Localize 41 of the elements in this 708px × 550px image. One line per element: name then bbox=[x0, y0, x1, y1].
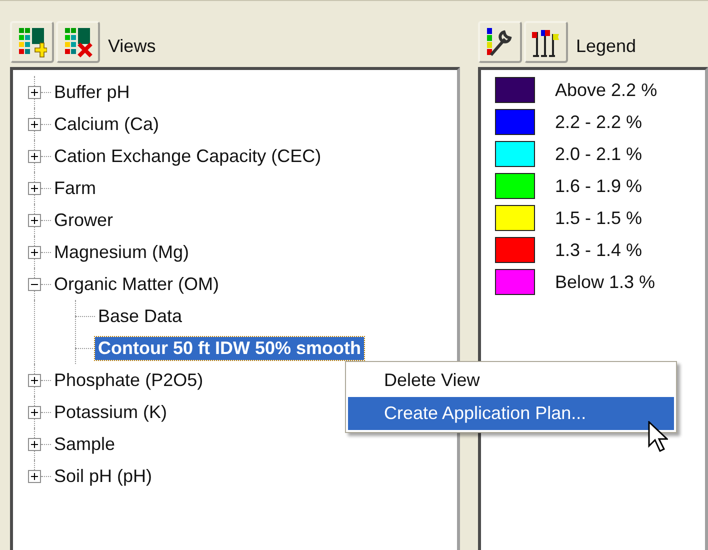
expand-icon[interactable] bbox=[28, 86, 41, 98]
tree-item[interactable]: Farm bbox=[51, 176, 99, 200]
tree-item[interactable]: Buffer pH bbox=[51, 80, 133, 104]
edit-legend-button[interactable] bbox=[478, 21, 522, 63]
tree-item[interactable]: Base Data bbox=[95, 304, 186, 328]
tree-item[interactable]: Cation Exchange Capacity (CEC) bbox=[51, 144, 324, 168]
delete-view-button[interactable] bbox=[56, 21, 100, 63]
legend-title: Legend bbox=[576, 36, 636, 57]
menu-item[interactable]: Create Application Plan... bbox=[348, 397, 674, 430]
tree-item[interactable]: Soil pH (pH) bbox=[51, 464, 156, 488]
legend-label: Below 1.3 % bbox=[555, 272, 656, 292]
expand-icon[interactable] bbox=[28, 246, 41, 258]
expand-icon[interactable] bbox=[28, 118, 41, 130]
views-title: Views bbox=[108, 36, 156, 57]
legend-label: 2.2 - 2.2 % bbox=[555, 112, 642, 132]
tree-item[interactable]: Magnesium (Mg) bbox=[51, 240, 192, 264]
tree-item[interactable]: Potassium (K) bbox=[51, 400, 170, 424]
add-view-button[interactable] bbox=[10, 21, 54, 63]
tree-item[interactable]: Grower bbox=[51, 208, 116, 232]
legend-label: 1.3 - 1.4 % bbox=[555, 240, 642, 260]
grid-cross-icon bbox=[63, 26, 93, 58]
tree-item[interactable]: Calcium (Ca) bbox=[51, 112, 162, 136]
grid-plus-icon bbox=[17, 26, 47, 58]
tree-item[interactable]: Phosphate (P2O5) bbox=[51, 368, 206, 392]
flags-button[interactable] bbox=[524, 21, 568, 63]
collapse-icon[interactable] bbox=[28, 278, 41, 290]
expand-icon[interactable] bbox=[28, 470, 41, 482]
legend-label: 2.0 - 2.1 % bbox=[555, 144, 642, 164]
tree-item[interactable]: Contour 50 ft IDW 50% smooth bbox=[95, 336, 364, 360]
expand-icon[interactable] bbox=[28, 150, 41, 162]
legend-label: 1.5 - 1.5 % bbox=[555, 208, 642, 228]
legend-label: 1.6 - 1.9 % bbox=[555, 176, 642, 196]
expand-icon[interactable] bbox=[28, 374, 41, 386]
expand-icon[interactable] bbox=[28, 214, 41, 226]
tree-item[interactable]: Organic Matter (OM) bbox=[51, 272, 222, 296]
expand-icon[interactable] bbox=[28, 406, 41, 418]
expand-icon[interactable] bbox=[28, 438, 41, 450]
menu-item[interactable]: Delete View bbox=[348, 364, 674, 397]
legend-label: Above 2.2 % bbox=[555, 80, 658, 100]
tree-item[interactable]: Sample bbox=[51, 432, 118, 456]
expand-icon[interactable] bbox=[28, 182, 41, 194]
